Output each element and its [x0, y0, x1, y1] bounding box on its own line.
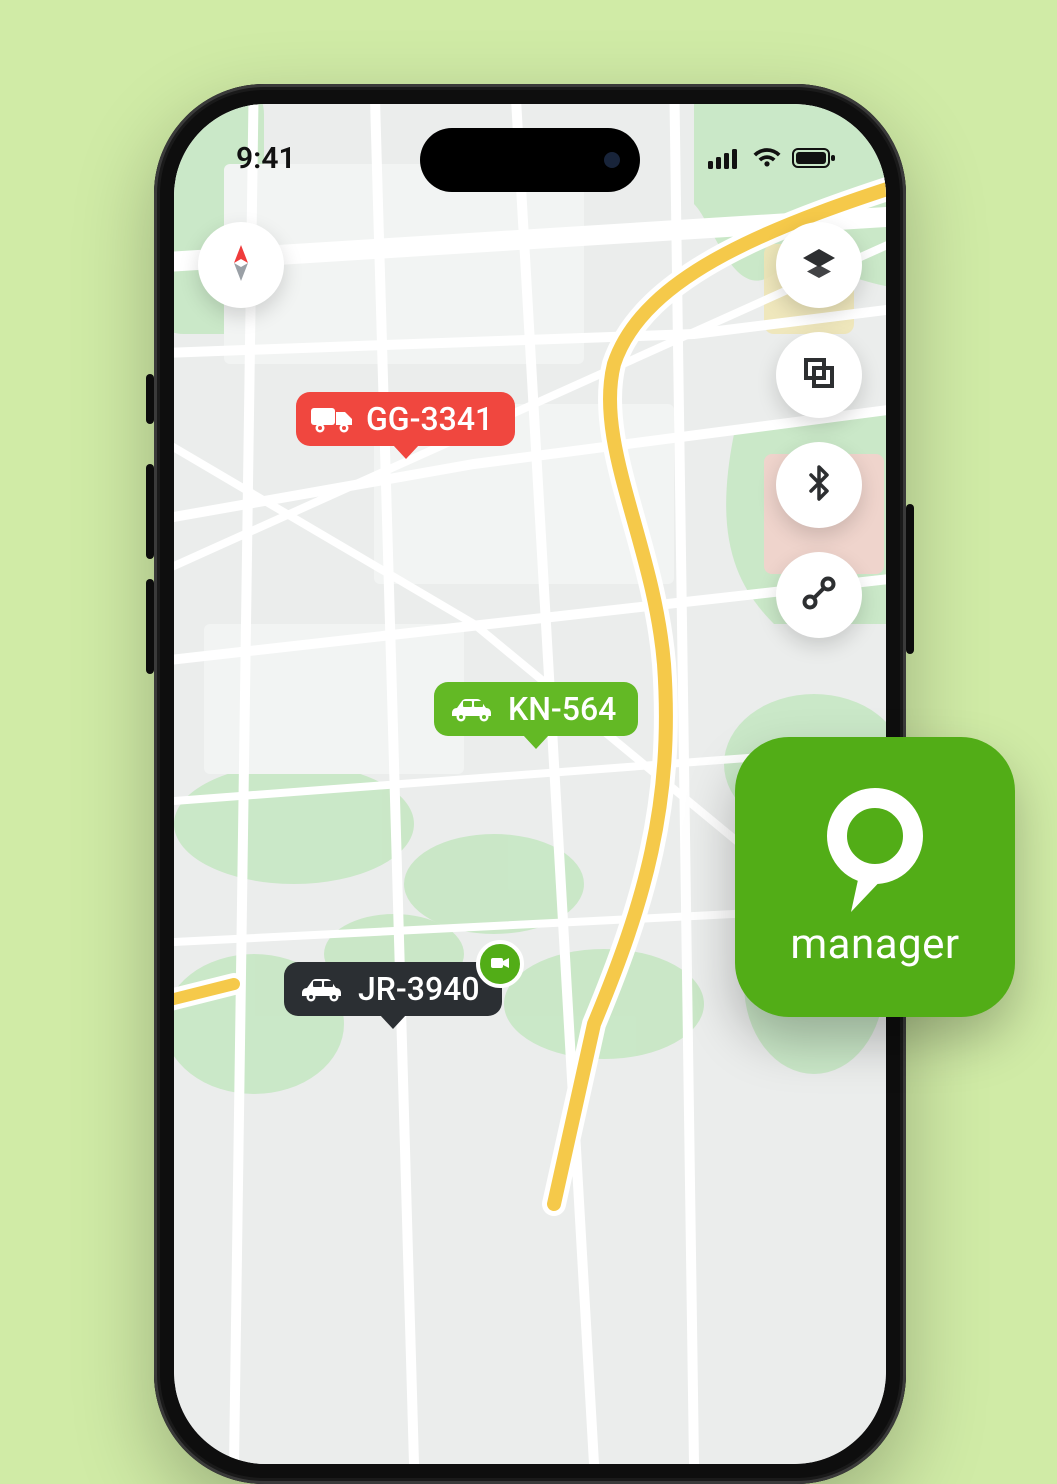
phone-side-button: [146, 464, 154, 559]
phone-side-button: [906, 504, 914, 654]
fit-bounds-button[interactable]: [776, 332, 862, 418]
bluetooth-button[interactable]: [776, 442, 862, 528]
app-badge-label: manager: [790, 920, 959, 969]
status-time: 9:41: [236, 141, 296, 176]
fit-bounds-icon: [799, 353, 839, 397]
manager-logo-icon: [815, 786, 935, 906]
dynamic-island: [420, 128, 640, 192]
vehicle-pin[interactable]: GG-3341: [296, 392, 515, 446]
compass-icon: [221, 243, 261, 287]
map-layers-button[interactable]: [776, 222, 862, 308]
camera-badge[interactable]: [476, 940, 524, 988]
car-icon: [298, 975, 346, 1003]
battery-icon: [792, 147, 836, 169]
camera-icon: [488, 945, 512, 983]
route-button[interactable]: [776, 552, 862, 638]
truck-icon: [310, 403, 354, 435]
cellular-icon: [708, 147, 742, 169]
vehicle-id: GG-3341: [366, 400, 493, 438]
car-icon: [448, 695, 496, 723]
wifi-icon: [752, 147, 782, 169]
phone-side-button: [146, 374, 154, 424]
compass-button[interactable]: [198, 222, 284, 308]
bluetooth-icon: [799, 463, 839, 507]
vehicle-id: JR-3940: [358, 970, 480, 1008]
vehicle-id: KN-564: [508, 690, 616, 728]
vehicle-pin[interactable]: JR-3940: [284, 962, 502, 1016]
vehicle-pin[interactable]: KN-564: [434, 682, 638, 736]
app-badge[interactable]: manager: [735, 737, 1015, 1017]
route-icon: [799, 573, 839, 617]
phone-side-button: [146, 579, 154, 674]
layers-icon: [799, 243, 839, 287]
